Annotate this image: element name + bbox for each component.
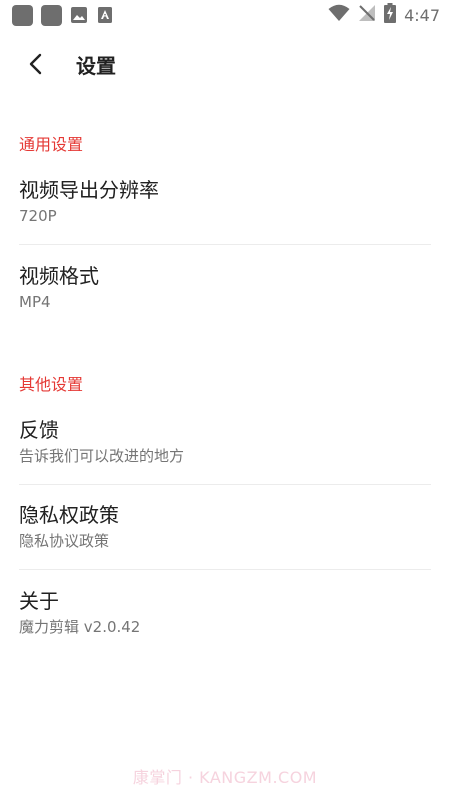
watermark: 康掌门 · KANGZM.COM	[132, 768, 318, 787]
chevron-left-icon	[29, 53, 42, 75]
no-signal-icon	[358, 4, 376, 26]
text-document-icon	[96, 6, 114, 24]
wifi-icon	[328, 4, 350, 26]
settings-list: 通用设置 视频导出分辨率 720P 视频格式 MP4 其他设置 反馈 告诉我们可…	[0, 130, 450, 655]
pref-title: 视频导出分辨率	[19, 178, 159, 202]
pref-video-resolution[interactable]: 视频导出分辨率 720P	[19, 160, 431, 245]
pref-feedback[interactable]: 反馈 告诉我们可以改进的地方	[19, 400, 431, 485]
app-bar: 设置	[0, 36, 450, 92]
notification-square-icon	[12, 4, 33, 26]
pref-summary: 720P	[19, 207, 57, 225]
pref-summary: 告诉我们可以改进的地方	[19, 447, 185, 465]
pref-summary: 魔力剪辑 v2.0.42	[19, 617, 141, 636]
status-time: 4:47	[404, 5, 440, 25]
system-icons: 4:47	[328, 3, 440, 27]
pref-privacy-policy[interactable]: 隐私权政策 隐私协议政策	[19, 485, 431, 570]
pref-title: 隐私权政策	[19, 503, 119, 527]
pref-title: 关于	[19, 588, 59, 613]
pref-summary: MP4	[19, 292, 51, 311]
pref-title: 视频格式	[19, 263, 99, 288]
pref-summary: 隐私协议政策	[19, 532, 110, 550]
section-header-general: 通用设置	[19, 135, 84, 154]
pref-title: 反馈	[19, 418, 59, 442]
image-icon	[70, 6, 88, 24]
battery-charging-icon	[384, 3, 397, 27]
notification-square-icon	[41, 4, 62, 26]
back-button[interactable]	[18, 46, 54, 82]
section-header-other: 其他设置	[19, 375, 84, 394]
pref-about[interactable]: 关于 魔力剪辑 v2.0.42	[19, 570, 431, 655]
status-bar: 4:47	[0, 0, 450, 30]
page-title: 设置	[76, 53, 116, 78]
notification-area	[12, 4, 114, 26]
pref-video-format[interactable]: 视频格式 MP4	[19, 245, 431, 330]
